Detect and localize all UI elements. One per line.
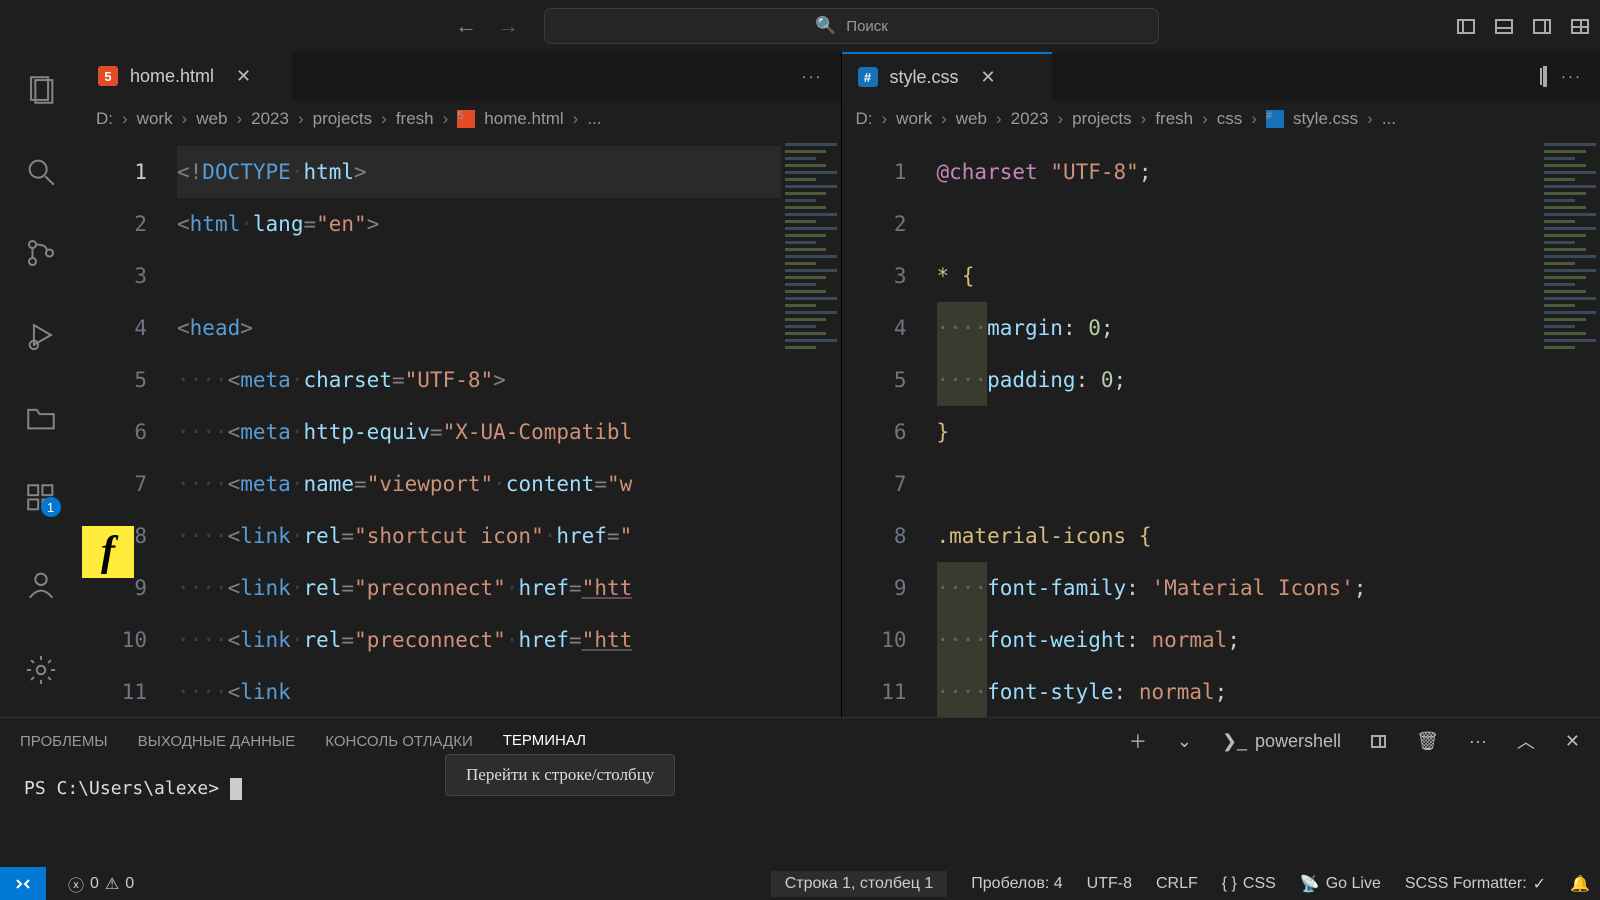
panel-tab-problems[interactable]: ПРОБЛЕМЫ: [20, 723, 108, 760]
terminal-kill-icon[interactable]: 🗑: [1416, 731, 1439, 752]
nav-forward-icon[interactable]: →: [497, 13, 519, 39]
search-icon: 🔍: [815, 16, 836, 36]
terminal-new-icon[interactable]: ＋: [1129, 728, 1147, 754]
activity-run-debug[interactable]: [14, 312, 69, 358]
bottom-panel: ПРОБЛЕМЫ ВЫХОДНЫЕ ДАННЫЕ КОНСОЛЬ ОТЛАДКИ…: [0, 717, 1600, 867]
terminal[interactable]: PS C:\Users\alexe> Перейти к строке/стол…: [0, 764, 1600, 867]
code-editor-left[interactable]: 1234567891011 <!DOCTYPE·html><html·lang=…: [82, 138, 841, 717]
error-icon: ⓧ: [68, 872, 84, 896]
terminal-split-icon[interactable]: [1371, 735, 1386, 748]
close-icon[interactable]: ✕: [981, 67, 996, 88]
panel-close-icon[interactable]: ✕: [1565, 731, 1580, 752]
status-go-live[interactable]: 📡 Go Live: [1300, 874, 1381, 894]
layout-panel-right-icon[interactable]: [1532, 16, 1552, 36]
minimap-left[interactable]: [781, 138, 841, 717]
tab-home-html[interactable]: 5 home.html ✕: [82, 52, 292, 100]
activity-search[interactable]: [14, 149, 69, 195]
search-input[interactable]: 🔍 Поиск: [544, 8, 1159, 44]
status-language[interactable]: { } CSS: [1222, 875, 1276, 893]
editor-pane-left: 5 home.html ✕ ··· D:›work›web›2023›proje…: [82, 52, 841, 717]
editor-pane-right: # style.css ✕ ··· D:›work›web›2023›proje…: [841, 52, 1600, 717]
activity-bar: 1: [0, 52, 82, 717]
code-editor-right[interactable]: 1234567891011 @charset "UTF-8"; * {····m…: [842, 138, 1600, 717]
titlebar: ← → 🔍 Поиск: [0, 0, 1600, 52]
tab-style-css[interactable]: # style.css ✕: [842, 52, 1052, 100]
status-errors[interactable]: ⓧ0 ⚠0: [68, 872, 134, 896]
extensions-badge: 1: [41, 497, 61, 517]
activity-folder[interactable]: [14, 394, 69, 440]
panel-tab-output[interactable]: ВЫХОДНЫЕ ДАННЫЕ: [138, 723, 296, 760]
status-notifications-icon[interactable]: 🔔: [1570, 874, 1590, 894]
minimap-right[interactable]: [1540, 138, 1600, 717]
panel-maximize-icon[interactable]: ︿: [1517, 728, 1535, 754]
split-editor-icon[interactable]: [1543, 68, 1547, 85]
tabs-left: 5 home.html ✕ ···: [82, 52, 841, 100]
activity-explorer[interactable]: [14, 67, 69, 113]
terminal-prompt: PS C:\Users\alexe>: [24, 778, 230, 799]
search-placeholder: Поиск: [846, 18, 888, 35]
status-tooltip: Перейти к строке/столбцу: [445, 754, 675, 796]
breadcrumb-left[interactable]: D:›work›web›2023›projects›fresh›5home.ht…: [82, 100, 841, 138]
status-eol[interactable]: CRLF: [1156, 875, 1198, 893]
status-encoding[interactable]: UTF-8: [1087, 875, 1132, 893]
activity-scm[interactable]: [14, 230, 69, 276]
external-overlay-icon[interactable]: f: [82, 526, 134, 578]
activity-account[interactable]: [14, 557, 69, 612]
terminal-shell-label[interactable]: ❯_ powershell: [1222, 731, 1341, 752]
nav-back-icon[interactable]: ←: [455, 13, 477, 39]
terminal-split-dropdown-icon[interactable]: ⌄: [1177, 731, 1192, 752]
html-file-icon: 5: [98, 66, 118, 86]
tab-label: style.css: [890, 67, 959, 88]
status-indentation[interactable]: Пробелов: 4: [971, 875, 1062, 893]
terminal-icon: ❯_: [1222, 731, 1247, 752]
layout-customize-icon[interactable]: [1570, 16, 1590, 36]
status-scss-formatter[interactable]: SCSS Formatter: ✓: [1405, 874, 1546, 894]
tab-label: home.html: [130, 66, 214, 87]
activity-extensions[interactable]: 1: [14, 475, 69, 521]
css-file-icon: #: [858, 67, 878, 87]
breadcrumb-right[interactable]: D:›work›web›2023›projects›fresh›css›#sty…: [842, 100, 1600, 138]
status-cursor-position[interactable]: Строка 1, столбец 1: [771, 871, 948, 897]
status-bar: ⓧ0 ⚠0 Строка 1, столбец 1 Пробелов: 4 UT…: [0, 867, 1600, 900]
remote-indicator[interactable]: [0, 867, 46, 900]
tab-more-icon[interactable]: ···: [1561, 68, 1582, 85]
terminal-more-icon[interactable]: ···: [1469, 731, 1487, 752]
close-icon[interactable]: ✕: [236, 66, 251, 87]
activity-settings[interactable]: [14, 642, 69, 697]
warning-icon: ⚠: [105, 874, 119, 894]
tab-more-icon[interactable]: ···: [802, 68, 823, 85]
tabs-right: # style.css ✕ ···: [842, 52, 1600, 100]
layout-panel-left-icon[interactable]: [1456, 16, 1476, 36]
layout-panel-bottom-icon[interactable]: [1494, 16, 1514, 36]
